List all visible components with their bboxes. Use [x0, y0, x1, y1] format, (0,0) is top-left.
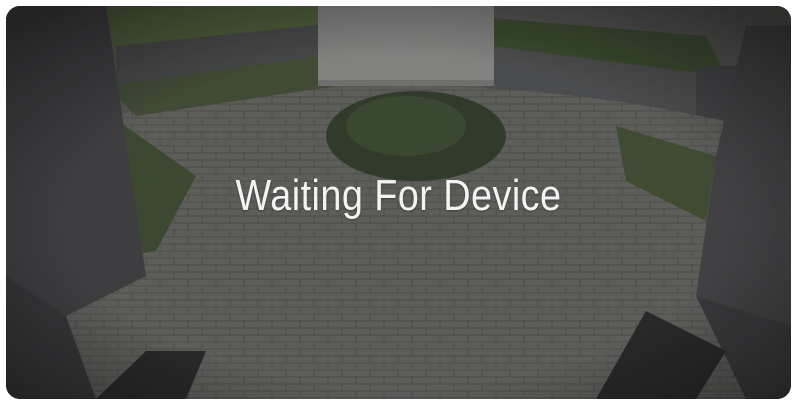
device-status-message: Waiting For Device [235, 171, 562, 220]
camera-feed-frame: Waiting For Device [6, 6, 791, 399]
